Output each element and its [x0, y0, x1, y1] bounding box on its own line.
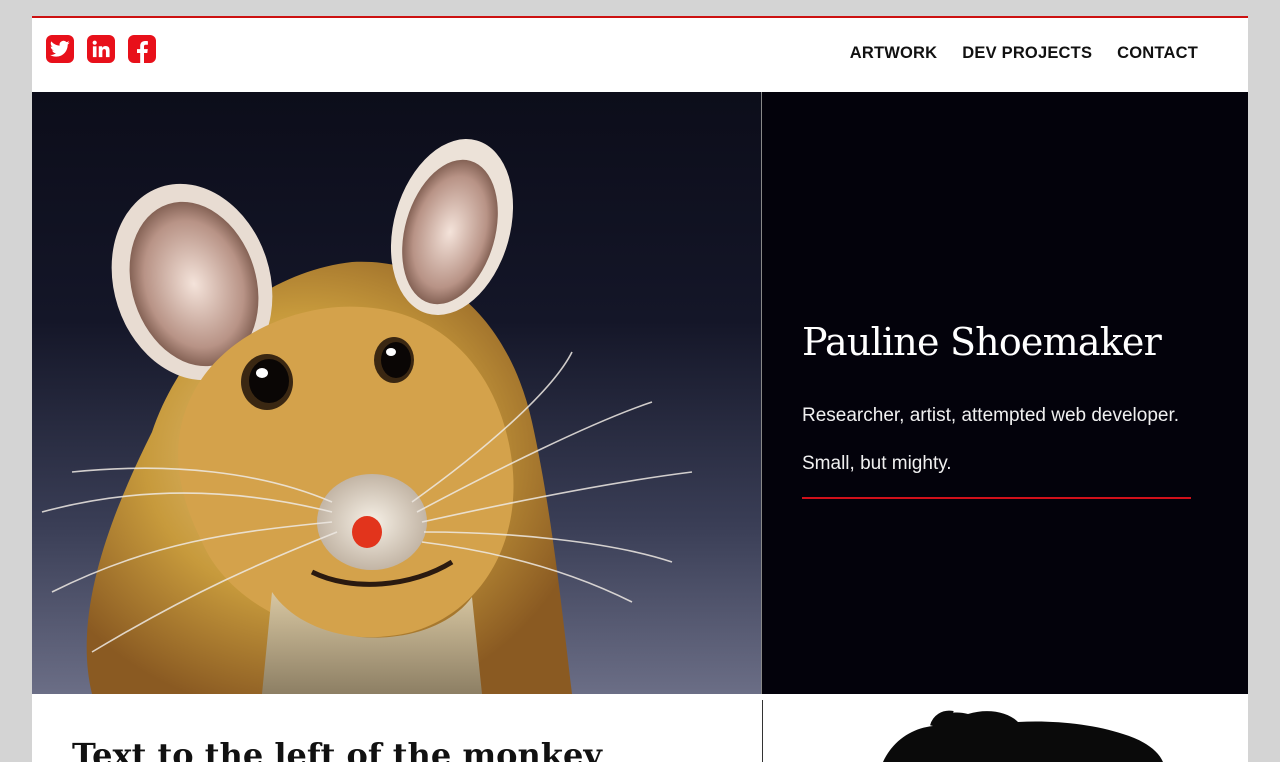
main-nav: ARTWORK DEV PROJECTS CONTACT [850, 44, 1198, 63]
social-links [46, 35, 156, 63]
monkey-image [883, 710, 1163, 762]
site-header: ARTWORK DEV PROJECTS CONTACT [32, 18, 1248, 92]
section-title: Text to the left of the monkey [72, 736, 602, 762]
hero-motto: Small, but mighty. [802, 453, 952, 474]
hero-text-panel: Pauline Shoemaker Researcher, artist, at… [762, 92, 1248, 694]
facebook-icon[interactable] [128, 35, 156, 63]
hero-mouse-painting [32, 92, 761, 694]
twitter-icon[interactable] [46, 35, 74, 63]
content-image-column [763, 700, 1248, 762]
linkedin-icon[interactable] [87, 35, 115, 63]
page: ARTWORK DEV PROJECTS CONTACT Pauline Sho… [32, 16, 1248, 762]
nav-contact[interactable]: CONTACT [1117, 44, 1198, 63]
content-text-column: Text to the left of the monkey [32, 700, 762, 762]
hero-section: Pauline Shoemaker Researcher, artist, at… [32, 92, 1248, 694]
hero-title: Pauline Shoemaker [802, 320, 1162, 364]
nav-artwork[interactable]: ARTWORK [850, 44, 938, 63]
content-section: Text to the left of the monkey [32, 700, 1248, 762]
hero-tagline: Researcher, artist, attempted web develo… [802, 405, 1180, 426]
nav-dev-projects[interactable]: DEV PROJECTS [962, 44, 1092, 63]
hero-red-rule [802, 497, 1191, 499]
